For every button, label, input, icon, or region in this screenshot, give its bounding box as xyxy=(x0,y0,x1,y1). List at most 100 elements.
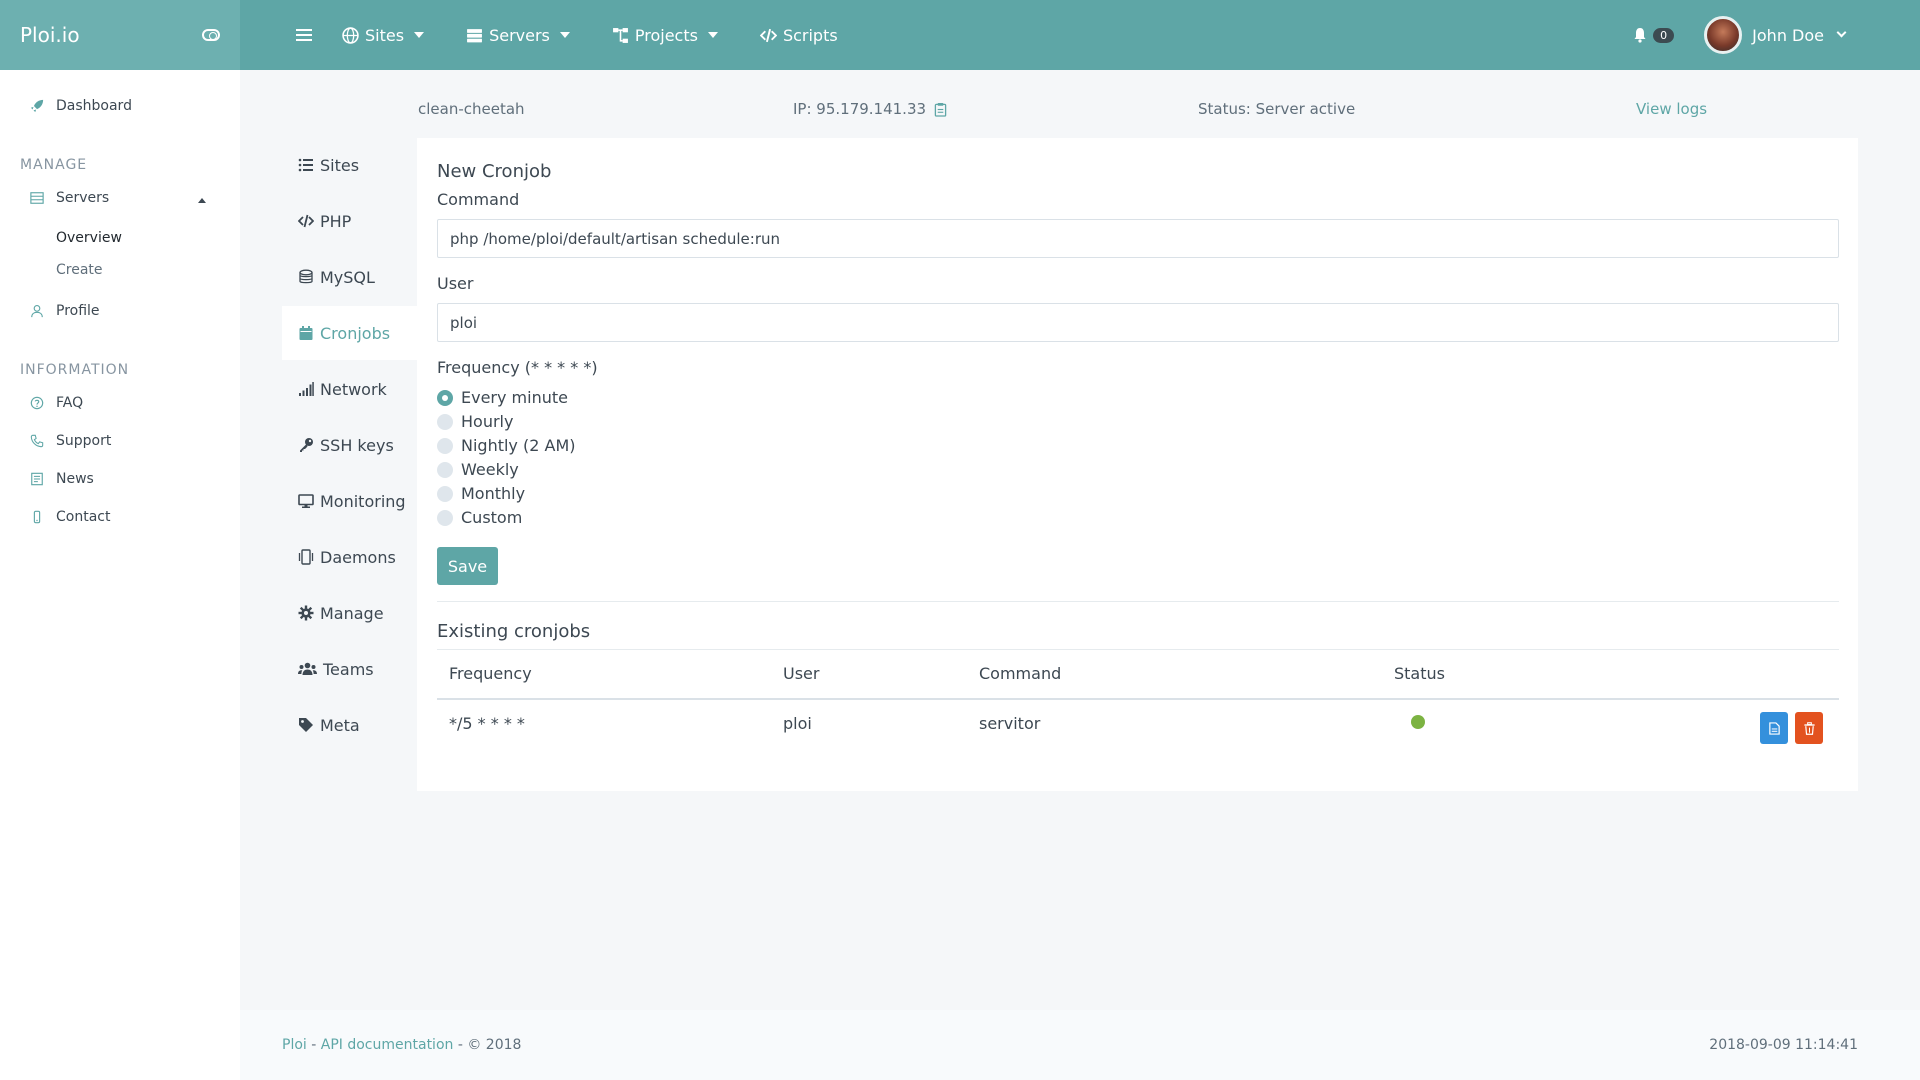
command-label: Command xyxy=(437,190,520,209)
server-menu-monitoring[interactable]: Monitoring xyxy=(282,474,417,528)
radio-label: Custom xyxy=(461,508,523,527)
server-ip: IP: 95.179.141.33 xyxy=(793,100,947,118)
server-ip-label: IP: 95.179.141.33 xyxy=(793,100,927,118)
rocket-icon xyxy=(30,99,44,113)
user-input[interactable]: ploi xyxy=(437,303,1839,342)
server-menu-label: Teams xyxy=(323,659,374,679)
footer-links: Ploi - API documentation - © 2018 xyxy=(282,1037,521,1053)
sidebar-item-servers[interactable]: Servers xyxy=(30,190,109,206)
nav-projects-label: Projects xyxy=(634,25,698,45)
radio-unchecked-icon[interactable] xyxy=(437,485,453,502)
frequency-label: Frequency (* * * * *) xyxy=(437,358,598,377)
sidebar-item-label: Contact xyxy=(56,509,111,525)
cell-command: servitor xyxy=(979,714,1041,733)
menu-icon[interactable] xyxy=(296,29,312,41)
sidebar-item-label: Dashboard xyxy=(56,98,132,114)
clipboard-icon[interactable] xyxy=(934,102,947,117)
delete-button[interactable] xyxy=(1795,712,1823,744)
sidebar-item-faq[interactable]: FAQ xyxy=(30,395,83,411)
nav-servers[interactable]: Servers xyxy=(466,26,570,45)
server-menu-label: SSH keys xyxy=(320,435,394,455)
nav-sites[interactable]: Sites xyxy=(342,26,425,45)
notifications[interactable]: 0 xyxy=(1632,27,1675,43)
user-icon xyxy=(31,305,43,318)
caret-up-icon[interactable] xyxy=(198,198,206,203)
server-menu-teams[interactable]: Teams xyxy=(282,642,417,696)
caret-down-icon xyxy=(559,32,570,38)
sidebar-item-label: Profile xyxy=(56,303,100,319)
section-heading-information: INFORMATION xyxy=(20,362,130,378)
sidebar-item-label: Servers xyxy=(56,190,110,206)
server-menu-ssh-keys[interactable]: SSH keys xyxy=(282,418,417,472)
api-documentation-link[interactable]: API documentation xyxy=(321,1037,454,1053)
server-menu-daemons[interactable]: Daemons xyxy=(282,530,417,584)
radio-checked-icon[interactable] xyxy=(437,389,453,406)
frequency-radio-every-minute[interactable]: Every minute xyxy=(437,388,568,407)
phone-icon xyxy=(30,434,44,448)
table-top-border xyxy=(437,649,1839,650)
radio-unchecked-icon[interactable] xyxy=(437,509,453,526)
radio-unchecked-icon[interactable] xyxy=(437,437,453,454)
signal-icon xyxy=(299,382,314,396)
user-label: User xyxy=(437,274,474,293)
new-cronjob-title: New Cronjob xyxy=(437,161,552,182)
server-menu-mysql[interactable]: MySQL xyxy=(282,250,417,304)
frequency-radio-custom[interactable]: Custom xyxy=(437,508,522,527)
column-header-status: Status xyxy=(1394,664,1445,683)
sidebar-toggle-icon[interactable] xyxy=(202,29,220,41)
key-icon xyxy=(300,438,313,452)
sidebar-item-contact[interactable]: Contact xyxy=(30,509,110,525)
view-logs-link-text[interactable]: View logs xyxy=(1636,100,1707,118)
server-menu-label: Sites xyxy=(320,155,360,175)
view-logs-link[interactable]: View logs xyxy=(1636,100,1707,118)
nav-projects[interactable]: Projects xyxy=(612,26,718,45)
command-input[interactable]: php /home/ploi/default/artisan schedule:… xyxy=(437,219,1839,258)
server-icon xyxy=(467,28,482,42)
device-icon xyxy=(298,549,314,565)
frequency-radio-hourly[interactable]: Hourly xyxy=(437,412,513,431)
server-name: clean-cheetah xyxy=(418,100,525,118)
top-nav: Sites Servers Projects Scripts xyxy=(296,0,880,70)
globe-icon xyxy=(342,26,359,44)
trash-icon xyxy=(1803,721,1815,735)
radio-label: Nightly (2 AM) xyxy=(461,436,576,455)
sidebar-item-news[interactable]: News xyxy=(30,471,94,487)
sidebar-subitem-create[interactable]: Create xyxy=(56,262,103,278)
column-header-user: User xyxy=(783,664,820,683)
sidebar-item-profile[interactable]: Profile xyxy=(30,303,100,319)
notification-count-badge: 0 xyxy=(1653,27,1675,43)
sidebar-subitem-overview[interactable]: Overview xyxy=(56,230,122,246)
server-menu-php[interactable]: PHP xyxy=(282,194,417,248)
cell-frequency: */5 * * * * xyxy=(449,714,525,733)
server-menu-cronjobs[interactable]: Cronjobs xyxy=(282,306,417,360)
server-menu-label: MySQL xyxy=(320,267,375,287)
radio-unchecked-icon[interactable] xyxy=(437,413,453,430)
save-button[interactable]: Save xyxy=(437,547,498,585)
radio-unchecked-icon[interactable] xyxy=(437,461,453,478)
server-menu-manage[interactable]: Manage xyxy=(282,586,417,640)
nav-scripts[interactable]: Scripts xyxy=(759,26,838,45)
sidebar-item-support[interactable]: Support xyxy=(30,433,111,449)
server-menu-network[interactable]: Network xyxy=(282,362,417,416)
avatar[interactable] xyxy=(1704,16,1743,54)
user-name[interactable]: John Doe xyxy=(1752,26,1824,45)
sidebar-item-label: Support xyxy=(56,433,112,449)
list-icon xyxy=(298,158,313,172)
server-menu-meta[interactable]: Meta xyxy=(282,698,417,752)
sidebar-item-label: News xyxy=(56,471,94,487)
frequency-radio-monthly[interactable]: Monthly xyxy=(437,484,525,503)
column-header-frequency: Frequency xyxy=(449,664,532,683)
view-log-button[interactable] xyxy=(1760,712,1788,744)
brand-logo[interactable]: Ploi.io xyxy=(20,23,80,47)
chevron-down-icon[interactable] xyxy=(1836,27,1847,38)
radio-label: Every minute xyxy=(461,388,568,407)
frequency-radio-nightly[interactable]: Nightly (2 AM) xyxy=(437,436,575,455)
ploi-link[interactable]: Ploi xyxy=(282,1037,307,1053)
caret-down-icon xyxy=(414,32,425,38)
sidebar-item-dashboard[interactable]: Dashboard xyxy=(30,98,132,114)
server-menu-sites[interactable]: Sites xyxy=(282,138,417,192)
footer-separator: - xyxy=(306,1037,321,1053)
radio-label: Hourly xyxy=(461,412,514,431)
frequency-radio-weekly[interactable]: Weekly xyxy=(437,460,519,479)
calendar-icon xyxy=(299,326,313,340)
